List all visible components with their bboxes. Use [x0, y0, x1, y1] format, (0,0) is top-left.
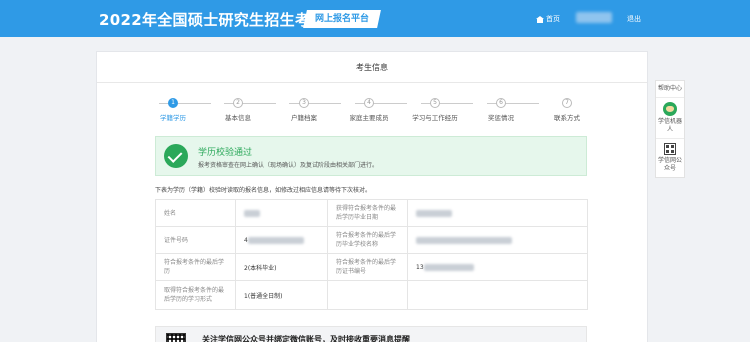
field-label-certificate-number: 符合报考条件的最后学历证书编号	[327, 253, 408, 281]
field-value-education-level: 2(本科毕业)	[235, 253, 328, 281]
table-row: 取得符合报考条件的最后学历的学习形式 1(普通全日制)	[155, 280, 588, 310]
field-label-name: 姓名	[155, 199, 236, 227]
redacted-value	[423, 263, 474, 271]
step-3[interactable]: 3 户籍档案	[274, 98, 334, 122]
qr-code-icon	[664, 143, 676, 155]
home-link[interactable]: 首页	[536, 14, 560, 24]
username-redacted[interactable]	[576, 12, 612, 23]
help-center-label: 帮助中心	[657, 85, 682, 92]
check-circle-icon	[164, 144, 188, 168]
step-number: 6	[496, 98, 506, 108]
step-number: 1	[168, 98, 178, 108]
step-label: 学习与工作经历	[412, 114, 458, 122]
field-label-id-number: 证件号码	[155, 226, 236, 254]
empty-cell	[407, 280, 588, 310]
wechat-account-button[interactable]: 学信网公众号	[656, 139, 684, 177]
certificate-prefix: 13	[416, 263, 424, 271]
table-row: 姓名 获得符合报考条件的最后学历毕业日期	[155, 199, 588, 227]
step-1[interactable]: 1 学籍学历	[143, 98, 203, 122]
step-number: 7	[562, 98, 572, 108]
qr-code-icon	[166, 333, 186, 342]
field-label-graduation-date: 获得符合报考条件的最后学历毕业日期	[327, 199, 408, 227]
field-label-school-name: 符合报考条件的最后学历毕业学校名称	[327, 226, 408, 254]
candidate-info-card: 考生信息 1 学籍学历 2 基本信息 3 户籍档案 4 家庭主要成员 5 学习与…	[96, 51, 648, 342]
platform-label: 网上报名平台	[315, 14, 370, 24]
robot-assistant-button[interactable]: 学信机器人	[656, 98, 684, 139]
top-header: 2022年全国硕士研究生招生考试 网上报名平台 首页 退出	[0, 0, 750, 37]
field-value-name	[235, 199, 328, 227]
step-number: 5	[430, 98, 440, 108]
step-7[interactable]: 7 联系方式	[537, 98, 597, 122]
step-number: 3	[299, 98, 309, 108]
empty-cell	[327, 280, 408, 310]
field-label-education-level: 符合报考条件的最后学历	[155, 253, 236, 281]
side-toolbar: 帮助中心 学信机器人 学信网公众号	[655, 80, 685, 178]
step-2[interactable]: 2 基本信息	[208, 98, 268, 122]
step-label: 基本信息	[225, 114, 251, 122]
wechat-account-label: 学信网公众号	[657, 157, 682, 172]
banner-title: 学历校验通过	[198, 148, 253, 158]
robot-icon	[663, 102, 677, 116]
step-number: 4	[364, 98, 374, 108]
step-label: 联系方式	[554, 114, 580, 122]
verification-success-banner: 学历校验通过 报考资格审查在网上确认（现场确认）及复试阶段由相关部门进行。	[155, 136, 587, 176]
step-number: 2	[233, 98, 243, 108]
banner-description: 报考资格审查在网上确认（现场确认）及复试阶段由相关部门进行。	[198, 162, 379, 169]
redacted-value	[247, 236, 304, 244]
field-label-study-form: 取得符合报考条件的最后学历的学习形式	[155, 280, 236, 310]
step-progress: 1 学籍学历 2 基本信息 3 户籍档案 4 家庭主要成员 5 学习与工作经历 …	[149, 98, 580, 128]
step-label: 学籍学历	[160, 114, 186, 122]
home-icon	[536, 15, 544, 23]
platform-badge: 网上报名平台	[303, 10, 381, 28]
exam-title: 2022年全国硕士研究生招生考试	[99, 11, 326, 29]
step-label: 奖惩情况	[488, 114, 514, 122]
home-label: 首页	[546, 15, 560, 23]
step-5[interactable]: 5 学习与工作经历	[405, 98, 465, 122]
info-note: 下表为学历（学籍）校验时读取的报名信息，如修改过相应信息请等待下次核对。	[155, 187, 372, 194]
redacted-value	[416, 209, 452, 217]
robot-label: 学信机器人	[657, 118, 682, 133]
redacted-value	[244, 209, 260, 217]
help-center-button[interactable]: 帮助中心	[656, 81, 684, 98]
field-value-study-form: 1(普通全日制)	[235, 280, 328, 310]
redacted-value	[416, 236, 512, 244]
table-row: 证件号码 4 符合报考条件的最后学历毕业学校名称	[155, 226, 588, 254]
step-6[interactable]: 6 奖惩情况	[471, 98, 531, 122]
field-value-school-name	[407, 226, 588, 254]
field-value-graduation-date	[407, 199, 588, 227]
step-4[interactable]: 4 家庭主要成员	[339, 98, 399, 122]
wechat-follow-text: 关注学信网公众号并绑定微信账号，及时接收重要消息提醒	[202, 335, 410, 342]
table-row: 符合报考条件的最后学历 2(本科毕业) 符合报考条件的最后学历证书编号 13	[155, 253, 588, 281]
education-info-table: 姓名 获得符合报考条件的最后学历毕业日期 证件号码 4 符合报考条件的最后学历毕…	[155, 199, 588, 310]
field-value-certificate-number: 13	[407, 253, 588, 281]
step-label: 家庭主要成员	[349, 114, 389, 122]
logout-link[interactable]: 退出	[627, 14, 641, 24]
step-label: 户籍档案	[291, 114, 317, 122]
field-value-id-number: 4	[235, 226, 328, 254]
card-title: 考生信息	[97, 52, 647, 83]
wechat-follow-bar: 关注学信网公众号并绑定微信账号，及时接收重要消息提醒	[155, 326, 587, 342]
